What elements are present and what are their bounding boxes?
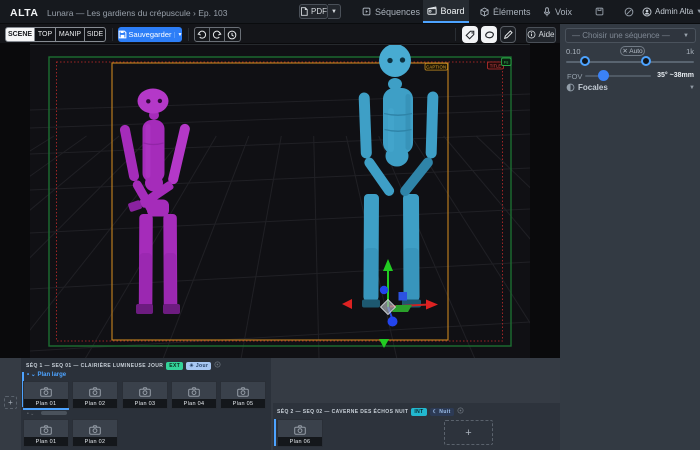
svg-text:Fs: Fs (504, 59, 508, 64)
svg-text:CAPTION: CAPTION (426, 64, 446, 69)
svg-text:TITLE: TITLE (490, 63, 502, 68)
